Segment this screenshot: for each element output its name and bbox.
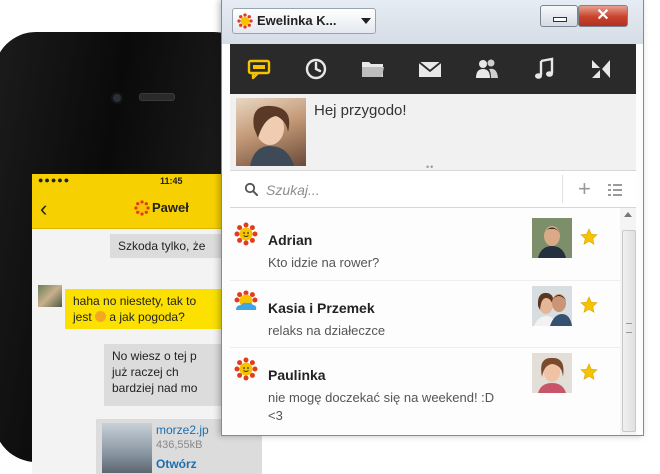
contact-photo xyxy=(532,218,572,258)
contact-row-kasia-i-przemek[interactable]: Kasia i Przemek relaks na działeczce xyxy=(230,280,620,346)
contact-name: Adrian xyxy=(268,232,313,248)
chevron-down-icon xyxy=(361,18,371,24)
search-bar: + xyxy=(230,171,636,208)
mail-icon xyxy=(418,61,442,77)
status-message[interactable]: Hej przygodo! xyxy=(314,102,407,119)
signal-dots: ●●●●● xyxy=(38,175,71,185)
phone-speaker xyxy=(139,93,175,101)
phone-mockup: ●●●●● 11:45 ‹ Paweł Szkoda tylko, że hah… xyxy=(0,32,262,474)
close-icon: ✕ xyxy=(596,7,610,24)
clock-icon xyxy=(305,58,327,80)
scroll-up-arrow-icon[interactable] xyxy=(624,212,632,217)
favorite-star-icon[interactable] xyxy=(580,296,598,314)
back-arrow-icon[interactable]: ‹ xyxy=(40,196,47,222)
contact-description: relaks na działeczce xyxy=(268,323,386,338)
contact-photo xyxy=(532,353,572,393)
folder-icon xyxy=(362,62,384,77)
sun-icon xyxy=(134,200,150,216)
toolbar-chat[interactable] xyxy=(242,52,276,86)
contact-photo xyxy=(532,286,572,326)
favorite-star-icon[interactable] xyxy=(580,228,598,246)
smiley-icon xyxy=(95,311,107,322)
avatar[interactable] xyxy=(236,98,306,166)
toolbar-mail[interactable] xyxy=(413,52,447,86)
sun-icon xyxy=(237,13,253,29)
profile-panel: Hej przygodo! •• xyxy=(230,94,636,172)
chat-icon xyxy=(247,59,271,80)
contact-name: Kasia i Przemek xyxy=(268,300,375,316)
image-thumbnail xyxy=(102,423,152,473)
contacts-icon xyxy=(476,59,498,78)
music-icon xyxy=(535,57,554,79)
user-photo xyxy=(250,105,294,166)
search-input[interactable] xyxy=(264,177,558,203)
minimize-button[interactable] xyxy=(540,5,578,27)
scrollbar[interactable] xyxy=(620,208,636,435)
search-icon xyxy=(244,182,258,196)
main-toolbar xyxy=(230,44,636,94)
scrollbar-thumb[interactable] xyxy=(622,230,636,432)
contact-name: Paulinka xyxy=(268,367,326,383)
message-text: jest xyxy=(73,310,92,324)
contact-row-adrian[interactable]: Adrian Kto idzie na rower? xyxy=(230,212,620,278)
toolbar-collapse[interactable] xyxy=(584,52,618,86)
message-line: bardziej nad mo xyxy=(112,381,198,395)
phone-camera xyxy=(111,92,123,104)
message-text: a jak pogoda? xyxy=(109,310,185,324)
sun-cloud-icon xyxy=(234,290,258,310)
account-name: Ewelinka K... xyxy=(257,13,337,28)
minimize-icon xyxy=(553,17,567,22)
message-line: No wiesz o tej p xyxy=(112,349,197,363)
message-line: już raczej ch xyxy=(112,365,179,379)
toolbar-contacts[interactable] xyxy=(470,52,504,86)
message-bubble-outgoing: haha no niestety, tak to jest a jak pogo… xyxy=(65,289,241,329)
sun-icon xyxy=(234,357,258,381)
messenger-window: Ewelinka K... ✕ Hej przygodo! •• Szukaj.… xyxy=(221,0,644,436)
favorite-star-icon[interactable] xyxy=(580,363,598,381)
avatar xyxy=(38,285,62,307)
account-dropdown[interactable]: Ewelinka K... xyxy=(232,8,376,34)
divider xyxy=(562,175,563,203)
toolbar-music[interactable] xyxy=(527,52,561,86)
status-time: 11:45 xyxy=(160,176,183,186)
sun-icon xyxy=(234,222,258,246)
file-size: 436,55kB xyxy=(156,439,203,451)
contact-list: Adrian Kto idzie na rower? Kasia i Przem… xyxy=(230,208,620,435)
contact-description: Kto idzie na rower? xyxy=(268,255,380,270)
open-file-link[interactable]: Otwórz xyxy=(156,457,197,471)
toolbar-files[interactable] xyxy=(356,52,390,86)
close-button[interactable]: ✕ xyxy=(578,5,628,27)
contact-row-paulinka[interactable]: Paulinka nie mogę doczekać się na weeken… xyxy=(230,347,620,423)
toolbar-history[interactable] xyxy=(299,52,333,86)
grip-icon xyxy=(626,323,632,333)
collapse-icon xyxy=(592,60,610,78)
chat-contact-name: Paweł xyxy=(152,200,189,215)
contact-description: nie mogę doczekać się na weekend! :D <3 xyxy=(268,390,495,423)
title-bar: Ewelinka K... ✕ xyxy=(222,0,643,44)
list-menu-icon[interactable] xyxy=(608,183,622,197)
add-contact-button[interactable]: + xyxy=(578,176,591,202)
message-text: haha no niestety, tak to xyxy=(73,294,197,308)
